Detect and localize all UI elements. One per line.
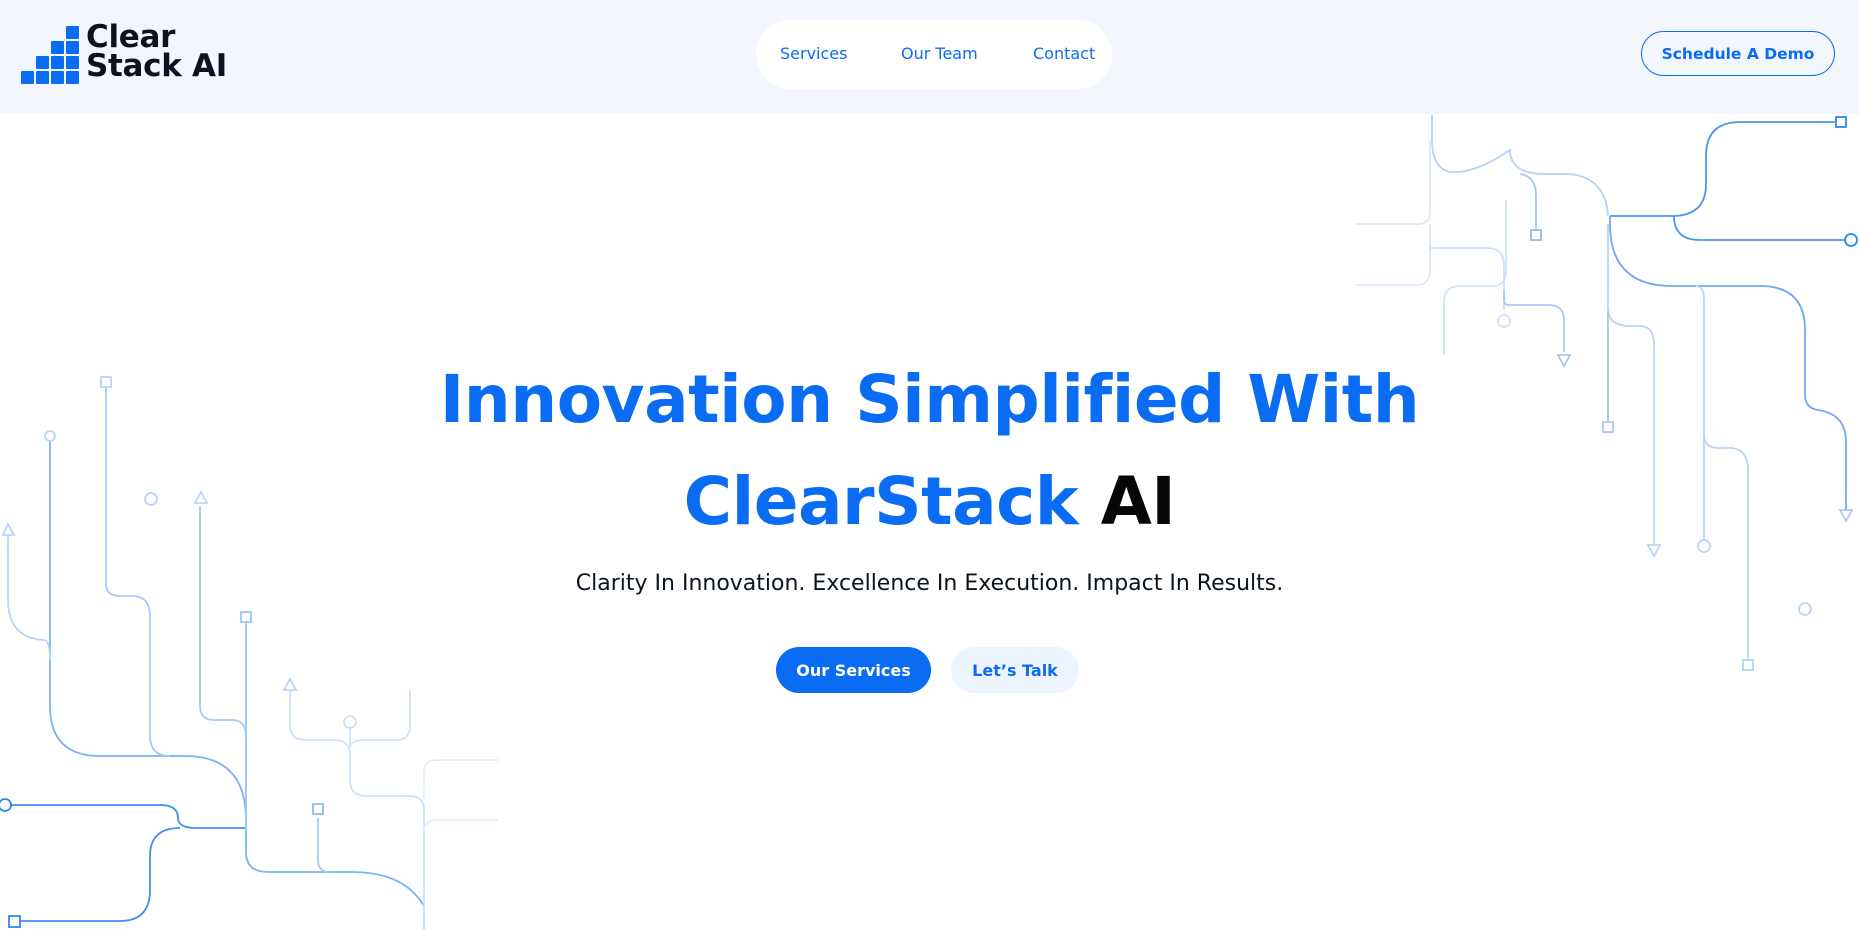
nav-item-contact[interactable]: Contact	[1033, 44, 1095, 64]
main-nav: Services Our Team Contact	[756, 20, 1112, 89]
nav-item-our-team[interactable]: Our Team	[901, 44, 978, 64]
hero-title-brand: ClearStack	[683, 463, 1079, 540]
hero-title-line-1: Innovation Simplified With	[439, 361, 1420, 438]
logo[interactable]: Clear Stack AI	[19, 22, 239, 90]
logo-line-2: Stack AI	[86, 48, 227, 84]
logo-wordmark: Clear Stack AI	[86, 22, 227, 84]
hero-subtitle: Clarity In Innovation. Excellence In Exe…	[575, 571, 1284, 596]
hero-title-suffix: AI	[1100, 463, 1176, 540]
our-services-button[interactable]: Our Services	[776, 647, 931, 693]
schedule-demo-button[interactable]: Schedule A Demo	[1641, 31, 1835, 76]
lets-talk-button[interactable]: Let’s Talk	[951, 647, 1079, 693]
logo-blocks-icon	[19, 24, 79, 86]
site-header: Clear Stack AI Services Our Team Contact…	[0, 0, 1859, 114]
nav-item-services[interactable]: Services	[780, 44, 847, 64]
hero-title-line-2: ClearStack AI	[0, 462, 1859, 542]
